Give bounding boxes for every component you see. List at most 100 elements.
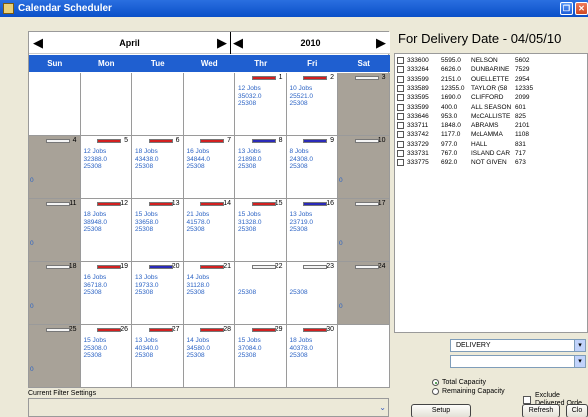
close-button[interactable]: Clo (566, 404, 588, 417)
calendar-day-cell[interactable]: 2 10 Jobs 25521.0 25308 (286, 73, 338, 136)
calendar-day-cell[interactable]: 13 15 Jobs 33658.0 25308 (132, 199, 184, 262)
calendar-day-cell[interactable]: 16 13 Jobs 23719.0 25308 (286, 199, 338, 262)
order-row[interactable]: 333731 767.0 ISLAND CAR 717 (397, 149, 587, 158)
order-row[interactable]: 333711 1848.0 ABRAMS 2101 (397, 121, 587, 130)
calendar-day-cell[interactable]: 21 14 Jobs 31128.0 25308 (183, 262, 235, 325)
order-row[interactable]: 333589 12355.0 TAYLOR (58 12335 (397, 84, 587, 93)
secondary-select[interactable]: ▾ (450, 355, 586, 368)
capacity-bar (97, 202, 121, 206)
calendar-day-cell[interactable]: 22 25308 (235, 262, 287, 325)
calendar-day-cell[interactable] (132, 73, 184, 136)
calendar-day-cell[interactable]: 14 21 Jobs 41578.0 25308 (183, 199, 235, 262)
calendar-day-cell[interactable]: 8 13 Jobs 21898.0 25308 (235, 136, 287, 199)
summary-line: 14 Jobs (186, 274, 210, 281)
summary-line: 8 Jobs (289, 148, 309, 155)
calendar-day-cell[interactable] (183, 73, 235, 136)
calendar-day-cell[interactable]: 23 25308 (286, 262, 338, 325)
summary-line: 16 Jobs (186, 148, 210, 155)
customer-name: ISLAND CAR (471, 150, 511, 157)
order-number: 333264 (407, 66, 429, 74)
order-ref: 1108 (515, 131, 529, 139)
summary-line: 19733.0 (135, 281, 159, 289)
next-month-arrow-icon[interactable]: ▶ (217, 36, 227, 49)
calendar-day-cell[interactable]: 3 (338, 73, 390, 136)
summary-line: 37084.0 (238, 344, 262, 352)
order-checkbox[interactable] (397, 84, 404, 92)
order-checkbox[interactable] (397, 150, 404, 157)
summary-line: 31328.0 (238, 218, 262, 226)
order-row[interactable]: 333646 953.0 McCALLISTE 825 (397, 112, 587, 121)
calendar-day-cell[interactable] (80, 73, 132, 136)
calendar-day-cell[interactable]: 11 0 (29, 199, 81, 262)
order-row[interactable]: 333599 400.0 ALL SEASON 601 (397, 103, 587, 112)
dropdown-arrow-icon[interactable]: ▾ (574, 356, 585, 367)
day-summary: 13 Jobs 19733.0 25308 (135, 274, 159, 297)
dropdown-arrow-icon[interactable]: ▾ (574, 340, 585, 351)
customer-name: CLIFFORD (471, 94, 504, 102)
calendar-day-cell[interactable]: 19 16 Jobs 36718.0 25308 (80, 262, 132, 325)
calendar-day-cell[interactable]: 7 16 Jobs 34844.0 25308 (183, 136, 235, 199)
day-number: 30 (326, 326, 334, 333)
order-row[interactable]: 333264 6626.0 DUNBARINE 7529 (397, 65, 587, 74)
calendar-day-cell[interactable]: 18 0 (29, 262, 81, 325)
calendar-day-cell[interactable]: 24 0 (338, 262, 390, 325)
calendar-day-cell[interactable]: 9 8 Jobs 24308.0 25308 (286, 136, 338, 199)
day-number: 19 (120, 263, 128, 270)
calendar-day-cell[interactable]: 15 15 Jobs 31328.0 25308 (235, 199, 287, 262)
calendar-day-cell[interactable]: 40 (29, 136, 81, 199)
restore-button[interactable]: ❐ (560, 2, 573, 15)
close-window-button[interactable]: ✕ (575, 2, 588, 15)
calendar-day-cell[interactable]: 28 14 Jobs 34580.0 25308 (183, 325, 235, 388)
calendar-day-cell[interactable]: 6 18 Jobs 43438.0 25308 (132, 136, 184, 199)
calendar-day-cell[interactable] (338, 325, 390, 388)
order-checkbox[interactable] (397, 103, 404, 111)
order-checkbox[interactable] (397, 57, 404, 64)
order-row[interactable]: 333600 5595.0 NELSON 5602 (397, 56, 587, 65)
summary-line: 25308 (83, 226, 102, 233)
order-checkbox[interactable] (397, 66, 404, 74)
radio-unselected-icon[interactable] (432, 388, 439, 395)
order-row[interactable]: 333729 977.0 HALL 831 (397, 140, 587, 149)
summary-line: 15 Jobs (238, 211, 261, 218)
day-summary: 8 Jobs 24308.0 25308 (290, 148, 314, 171)
delivery-type-select[interactable]: DELIVERY ▾ (450, 339, 586, 352)
setup-capacities-button[interactable]: Setup Capacities... (411, 404, 471, 417)
summary-line: 13 Jobs (289, 211, 313, 218)
exclude-delivered-checkbox[interactable] (523, 396, 531, 404)
calendar-day-cell[interactable]: 30 18 Jobs 40378.0 25308 (286, 325, 338, 388)
calendar: ◀ April ▶ ◀ 2010 ▶ Sun Mon Tue Wed Thr Fri Sat… (28, 31, 390, 388)
calendar-day-cell[interactable]: 29 15 Jobs 37084.0 25308 (235, 325, 287, 388)
remaining-capacity-option[interactable]: Remaining Capacity (432, 387, 522, 396)
calendar-day-cell[interactable]: 12 18 Jobs 38948.0 25308 (80, 199, 132, 262)
next-year-arrow-icon[interactable]: ▶ (376, 36, 386, 49)
calendar-day-cell[interactable]: 5 12 Jobs 32388.0 25308 (80, 136, 132, 199)
order-checkbox[interactable] (397, 112, 404, 120)
total-capacity-option[interactable]: Total Capacity (432, 378, 522, 387)
summary-line: 18 Jobs (289, 337, 313, 344)
order-checkbox[interactable] (397, 159, 404, 167)
order-checkbox[interactable] (397, 94, 404, 102)
calendar-day-cell[interactable]: 26 15 Jobs 25308.0 25308 (80, 325, 132, 388)
order-row[interactable]: 333742 1177.0 McLAMMA 1108 (397, 130, 587, 139)
order-list[interactable]: 333600 5595.0 NELSON 5602 333264 6626.0 DUNBAR… (394, 53, 588, 333)
scroll-down-icon[interactable]: ⌄ (379, 403, 386, 412)
calendar-day-cell[interactable]: 17 0 (338, 199, 390, 262)
order-row[interactable]: 333599 2151.0 OUELLETTE 2954 (397, 75, 587, 84)
order-checkbox[interactable] (397, 140, 404, 148)
order-checkbox[interactable] (397, 75, 404, 83)
order-row[interactable]: 333775 692.0 NOT GIVEN 673 (397, 158, 587, 167)
calendar-day-cell[interactable]: 10 0 (338, 136, 390, 199)
summary-line: 25308 (238, 163, 257, 170)
refresh-button[interactable]: Refresh (522, 404, 560, 417)
radio-selected-icon[interactable] (432, 379, 439, 386)
order-checkbox[interactable] (397, 122, 404, 130)
calendar-day-cell[interactable]: 27 13 Jobs 40340.0 25308 (132, 325, 184, 388)
calendar-day-cell[interactable]: 25 0 (29, 325, 81, 388)
order-row[interactable]: 333595 1690.0 CLIFFORD 2099 (397, 93, 587, 102)
calendar-day-cell[interactable]: 20 13 Jobs 19733.0 25308 (132, 262, 184, 325)
order-amount: 400.0 (441, 103, 458, 111)
filter-label: Current Filter Settings (28, 390, 97, 397)
order-checkbox[interactable] (397, 131, 404, 139)
calendar-day-cell[interactable] (29, 73, 81, 136)
calendar-day-cell[interactable]: 1 12 Jobs 35032.0 25308 (235, 73, 287, 136)
